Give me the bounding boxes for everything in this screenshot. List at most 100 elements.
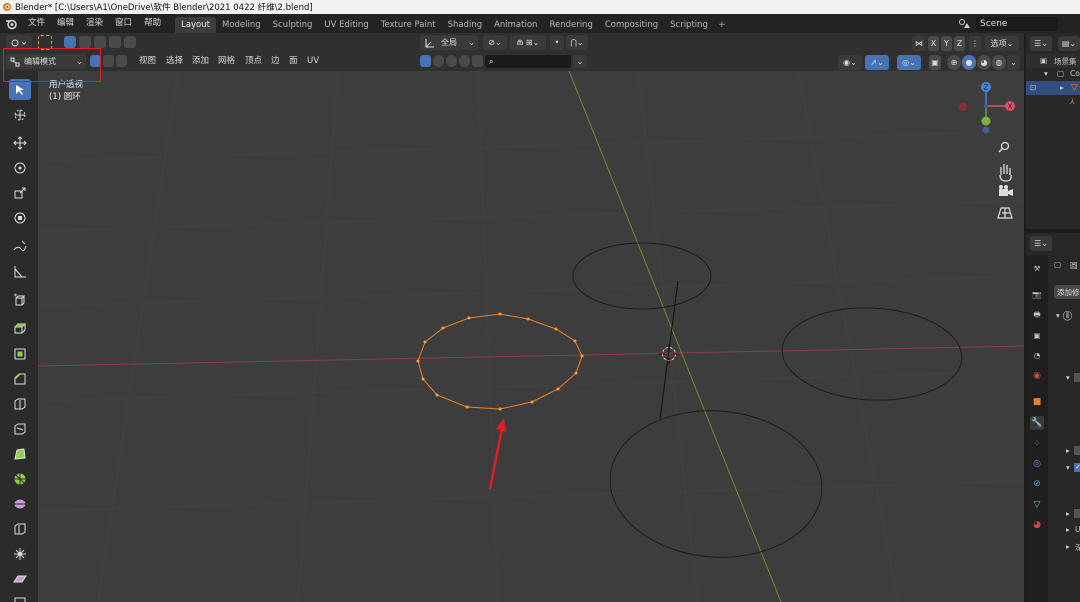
tab-uv-editing[interactable]: UV Editing	[318, 17, 374, 33]
search-input[interactable]: ⌕	[485, 55, 571, 68]
rendered-shading-icon[interactable]: ◍	[992, 55, 1006, 70]
expand-arrow-icon[interactable]: ▸	[1066, 542, 1070, 551]
physics-tab-icon[interactable]: ◎	[1030, 457, 1044, 471]
overlays-toggle[interactable]: ◎⌄	[897, 55, 921, 70]
menu-uv[interactable]: UV	[307, 54, 319, 69]
expand-arrow-icon[interactable]: ▾	[1066, 463, 1070, 472]
scale-tool-icon[interactable]	[9, 182, 31, 203]
tab-scripting[interactable]: Scripting	[664, 17, 714, 33]
add-cube-tool-icon[interactable]	[9, 289, 31, 310]
menu-help[interactable]: 帮助	[138, 14, 167, 33]
menu-add[interactable]: 添加	[192, 54, 209, 69]
expand-arrow-icon[interactable]: ▾	[1056, 311, 1060, 320]
knife-tool-icon[interactable]	[9, 418, 31, 439]
enable-checkbox[interactable]: ✓	[1074, 463, 1080, 472]
add-workspace-button[interactable]: +	[714, 17, 730, 33]
expand-arrow-icon[interactable]: ▾	[1044, 69, 1048, 78]
proportional-edit-toggle[interactable]: •	[550, 35, 564, 50]
select-mode-intersect-icon[interactable]	[124, 36, 136, 48]
tab-texture-paint[interactable]: Texture Paint	[375, 17, 442, 33]
expand-arrow-icon[interactable]: ▸	[1066, 509, 1070, 518]
outliner-selected-object-row[interactable]: ⊡ ▸ ▽	[1026, 81, 1080, 95]
menu-file[interactable]: 文件	[22, 14, 51, 33]
tab-sculpting[interactable]: Sculpting	[267, 17, 319, 33]
expand-arrow-icon[interactable]: ▾	[1066, 373, 1070, 382]
render-tab-icon[interactable]: 📷	[1030, 287, 1044, 301]
outliner-display-mode-icon[interactable]: ▤⌄	[1058, 36, 1080, 51]
annotate-tool-icon[interactable]	[9, 235, 31, 256]
add-modifier-button[interactable]: 添加修	[1054, 285, 1080, 299]
tab-modeling[interactable]: Modeling	[216, 17, 267, 33]
filter-dropdown[interactable]: ⌄	[573, 55, 587, 68]
view-layer-tab-icon[interactable]: ▣	[1030, 328, 1044, 342]
shear-tool-icon[interactable]	[9, 568, 31, 589]
select-tool-icon[interactable]	[9, 79, 31, 100]
options-dropdown[interactable]: 选项 ⌄	[985, 36, 1019, 51]
gizmo-y-axis-icon[interactable]	[981, 116, 991, 126]
mesh-edit-overlay-icon[interactable]: ▣	[929, 55, 941, 70]
gizmo-neg-z-icon[interactable]	[982, 126, 990, 134]
rip-tool-icon[interactable]	[9, 592, 31, 602]
falloff-dropdown[interactable]: ⋂⌄	[566, 35, 588, 50]
gizmo-toggle[interactable]: ↗⌄	[865, 55, 889, 70]
filter-select-icon[interactable]	[420, 55, 431, 67]
mirror-y-toggle[interactable]: Y	[941, 36, 952, 51]
tab-layout[interactable]: Layout	[175, 17, 216, 33]
face-select-mode-icon[interactable]	[116, 55, 127, 67]
material-shading-icon[interactable]: ◕	[977, 55, 991, 70]
select-mode-extend-icon[interactable]	[79, 36, 91, 48]
tab-compositing[interactable]: Compositing	[599, 17, 664, 33]
pivot-point-dropdown[interactable]: ⊘⌄	[483, 35, 507, 50]
outliner-scene-row[interactable]: ▣ 场景集	[1026, 54, 1080, 68]
inset-tool-icon[interactable]	[9, 343, 31, 364]
tool-tab-icon[interactable]: ⚒	[1030, 261, 1044, 275]
scene-tab-icon[interactable]: ◔	[1030, 348, 1044, 362]
bevel-tool-icon[interactable]	[9, 368, 31, 389]
expand-arrow-icon[interactable]: ▸	[1066, 446, 1070, 455]
mirror-x-toggle[interactable]: X	[928, 36, 939, 51]
constraints-tab-icon[interactable]: ⊘	[1030, 477, 1044, 491]
menu-mesh[interactable]: 网格	[218, 54, 235, 69]
transform-tool-icon[interactable]	[9, 207, 31, 228]
particles-tab-icon[interactable]: ⁘	[1030, 437, 1044, 451]
shrink-fatten-tool-icon[interactable]	[9, 543, 31, 564]
gizmo-neg-x-icon[interactable]	[959, 103, 967, 111]
modifier-tab-icon[interactable]: 🔧	[1030, 416, 1044, 430]
filter-camera-icon[interactable]	[459, 55, 470, 67]
edge-select-mode-icon[interactable]	[103, 55, 114, 67]
transform-orientation-dropdown[interactable]: 全局 ⌄	[420, 35, 478, 50]
filter-light-icon[interactable]	[446, 55, 457, 67]
world-tab-icon[interactable]: ◉	[1030, 369, 1044, 383]
expand-arrow-icon[interactable]: ▸	[1066, 525, 1070, 534]
output-tab-icon[interactable]: 🖶	[1030, 308, 1044, 322]
shading-options-dropdown[interactable]: ⌄	[1007, 55, 1020, 70]
measure-tool-icon[interactable]	[9, 261, 31, 282]
3d-viewport[interactable]: Z X 用户透视 (1) 圆环	[38, 71, 1024, 602]
scene-selector[interactable]: Scene	[958, 16, 1058, 31]
mirror-z-toggle[interactable]: Z	[954, 36, 965, 51]
move-tool-icon[interactable]	[9, 132, 31, 153]
filter-mesh-icon[interactable]	[433, 55, 444, 67]
scene-name-field[interactable]: Scene	[976, 16, 1058, 31]
menu-face[interactable]: 面	[289, 54, 298, 69]
menu-edit[interactable]: 编辑	[51, 14, 80, 33]
mirror-icon[interactable]: ⋈	[912, 36, 926, 51]
blender-menu-icon[interactable]	[0, 14, 22, 33]
material-tab-icon[interactable]: ◕	[1030, 518, 1044, 532]
tab-rendering[interactable]: Rendering	[543, 17, 598, 33]
viewport-canvas[interactable]: Z X	[38, 71, 1024, 602]
edge-slide-tool-icon[interactable]	[9, 518, 31, 539]
menu-vertex[interactable]: 顶点	[245, 54, 262, 69]
loop-cut-tool-icon[interactable]	[9, 393, 31, 414]
select-mode-new-icon[interactable]	[64, 36, 76, 48]
filter-other-icon[interactable]	[472, 55, 483, 67]
mesh-data-tab-icon[interactable]: ▽	[1030, 498, 1044, 512]
rotate-tool-icon[interactable]	[9, 157, 31, 178]
tab-animation[interactable]: Animation	[488, 17, 543, 33]
menu-render[interactable]: 渲染	[80, 14, 109, 33]
cursor-tool-icon[interactable]	[9, 104, 31, 125]
poly-build-tool-icon[interactable]	[9, 443, 31, 464]
auto-merge-icon[interactable]: ⋮	[969, 36, 981, 51]
extrude-tool-icon[interactable]	[9, 317, 31, 338]
menu-edge[interactable]: 边	[271, 54, 280, 69]
